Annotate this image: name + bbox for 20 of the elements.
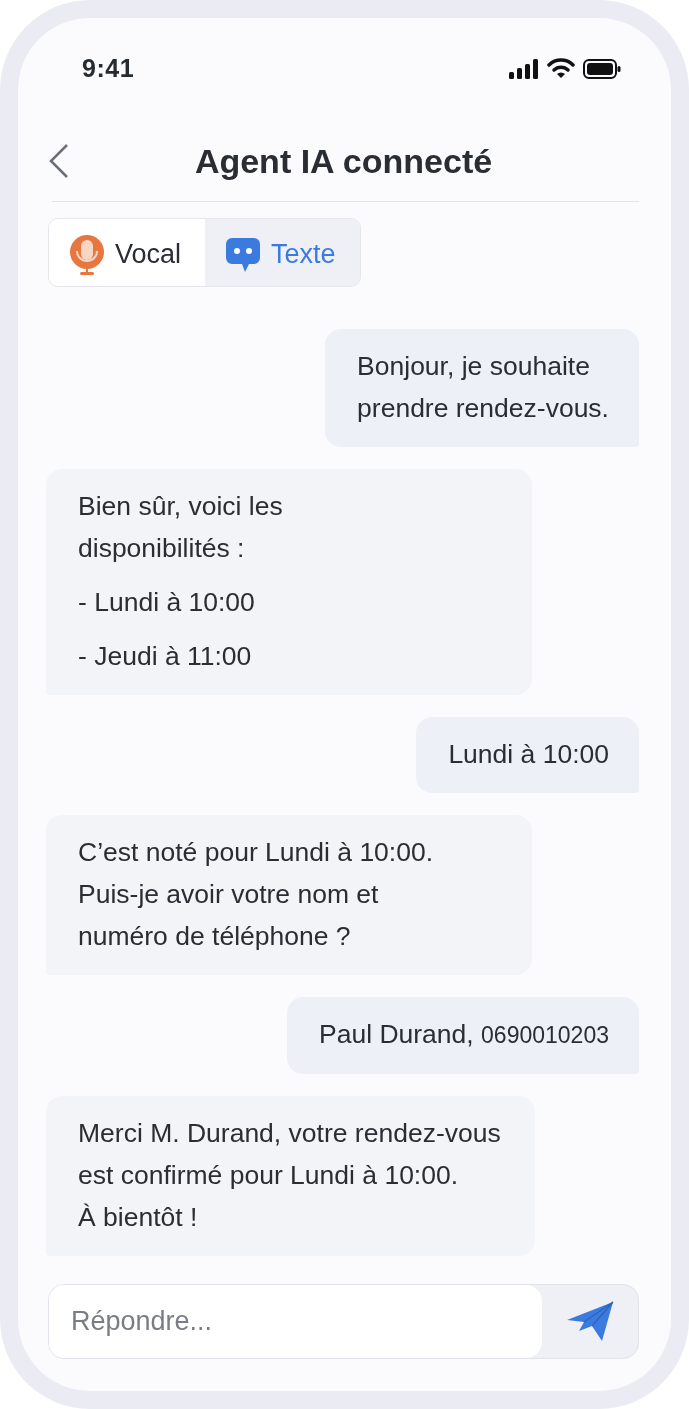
signal-icon xyxy=(509,58,539,79)
wifi-icon xyxy=(547,58,575,79)
microphone-icon xyxy=(69,234,105,275)
screen-title: Agent IA connecté xyxy=(193,141,494,181)
send-icon xyxy=(566,1300,614,1343)
message-text: Bien sûr, voici les disponibilités : xyxy=(78,489,284,565)
back-icon xyxy=(48,143,70,180)
message-text: Lundi à 10:00 xyxy=(448,737,609,771)
chat-bubble-icon xyxy=(225,235,262,274)
mode-tab[interactable]: Vocal xyxy=(49,219,206,286)
message-text: C’est noté pour Lundi à 10:00. Puis-je avoir votre nom et numéro de téléphone ? xyxy=(78,835,435,953)
status-time: 9:41 xyxy=(82,54,135,83)
mode-tab[interactable]: Texte xyxy=(205,219,360,286)
message-text: Merci M. Durand, votre rendez-vous est confirmé pour Lundi à 10:00. À bientôt ! xyxy=(78,1116,501,1234)
reply-field[interactable]: Répondre... xyxy=(49,1284,542,1358)
list-item: - Jeudi à 11:00 xyxy=(78,639,253,673)
battery-icon xyxy=(583,58,621,79)
list-item: - Lundi à 10:00 xyxy=(78,585,256,619)
message-text: Bonjour, je souhaite prendre rendez-vous. xyxy=(357,349,609,425)
message-text: Paul Durand, 0690010203 xyxy=(319,1017,609,1051)
